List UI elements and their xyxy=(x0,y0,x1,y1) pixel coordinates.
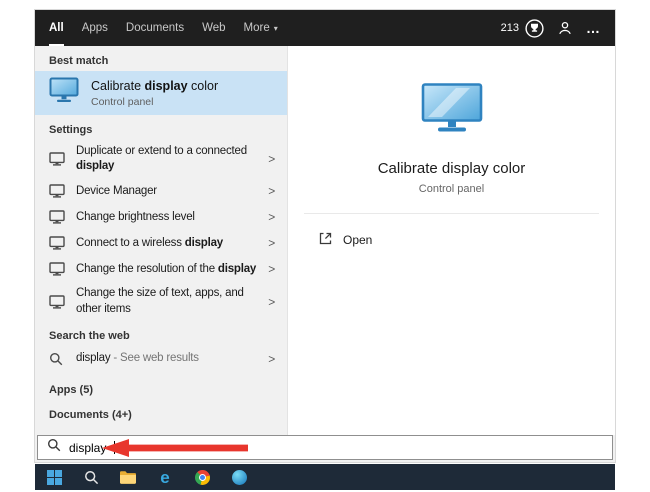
settings-result-item[interactable]: Change brightness level > xyxy=(35,204,287,230)
windows-search-panel: All Apps Documents Web More ▾ 213 … Best… xyxy=(35,10,615,462)
settings-item-label: Connect to a wireless display xyxy=(76,236,223,249)
documents-section-header[interactable]: Documents (4+) xyxy=(35,400,287,425)
monitor-icon xyxy=(49,152,65,166)
settings-results: Duplicate or extend to a connected displa… xyxy=(35,140,287,321)
settings-result-item[interactable]: Change the resolution of the display > xyxy=(35,256,287,282)
search-icon xyxy=(49,352,65,366)
preview-title: Calibrate display color xyxy=(377,160,526,177)
tab-apps[interactable]: Apps xyxy=(82,10,108,46)
taskbar: e xyxy=(35,464,615,490)
edge-new-icon[interactable] xyxy=(227,465,251,489)
tab-web[interactable]: Web xyxy=(202,10,225,46)
chevron-right-icon: > xyxy=(268,262,275,277)
edge-icon[interactable]: e xyxy=(153,465,177,489)
settings-result-item[interactable]: Duplicate or extend to a connected displa… xyxy=(35,140,287,178)
settings-item-label: Change the resolution of the display xyxy=(76,262,257,275)
tab-documents[interactable]: Documents xyxy=(126,10,184,46)
best-match-text: Calibrate display color Control panel xyxy=(91,79,218,108)
taskbar-search-icon[interactable] xyxy=(79,465,103,489)
preview-subtitle: Control panel xyxy=(418,183,485,195)
display-color-icon-large xyxy=(420,82,484,140)
apps-section-header[interactable]: Apps (5) xyxy=(35,372,287,400)
rewards-badge[interactable]: 213 xyxy=(500,18,544,38)
open-icon xyxy=(318,231,333,249)
annotation-arrow xyxy=(102,439,248,457)
file-explorer-icon[interactable] xyxy=(116,465,140,489)
settings-section-header: Settings xyxy=(49,124,93,136)
dropdown-caret-icon: ▾ xyxy=(273,23,278,33)
settings-item-label: Device Manager xyxy=(76,184,157,197)
chevron-right-icon: > xyxy=(268,210,275,225)
tab-more[interactable]: More ▾ xyxy=(244,10,278,46)
search-icon xyxy=(47,438,61,457)
settings-item-label: Change the size of text, apps, and other … xyxy=(76,287,244,315)
results-panel: Best match Calibrate display color Contr… xyxy=(35,46,287,435)
preview-panel: Calibrate display color Control panel Op… xyxy=(287,46,615,435)
search-web-section-header: Search the web xyxy=(49,329,130,342)
search-content: Best match Calibrate display color Contr… xyxy=(35,46,615,435)
best-match-title: Calibrate display color xyxy=(91,78,219,93)
web-search-text: display - See web results xyxy=(76,352,199,365)
tab-all[interactable]: All xyxy=(49,10,64,46)
rewards-count: 213 xyxy=(500,22,519,34)
search-filter-bar: All Apps Documents Web More ▾ 213 … xyxy=(35,10,615,46)
settings-item-label: Duplicate or extend to a connected displa… xyxy=(76,145,247,173)
settings-item-label: Change brightness level xyxy=(76,210,195,223)
best-match-result[interactable]: Calibrate display color Control panel xyxy=(35,71,287,115)
user-icon[interactable] xyxy=(557,20,573,36)
topbar-actions: 213 … xyxy=(500,18,601,38)
web-search-result[interactable]: display - See web results > xyxy=(35,346,287,372)
best-match-subtitle: Control panel xyxy=(91,95,154,108)
chevron-right-icon: > xyxy=(268,184,275,199)
monitor-icon xyxy=(49,294,65,309)
monitor-icon xyxy=(49,210,65,224)
chevron-right-icon: > xyxy=(268,351,275,366)
more-options-icon[interactable]: … xyxy=(586,20,601,36)
chevron-right-icon: > xyxy=(268,294,275,309)
open-label: Open xyxy=(343,233,373,247)
monitor-icon xyxy=(49,184,65,198)
best-match-header: Best match xyxy=(49,55,109,67)
settings-result-item[interactable]: Change the size of text, apps, and other … xyxy=(35,282,287,320)
trophy-icon xyxy=(525,18,544,38)
chevron-right-icon: > xyxy=(268,152,275,167)
open-action[interactable]: Open xyxy=(318,231,372,249)
chrome-icon[interactable] xyxy=(190,465,214,489)
settings-result-item[interactable]: Connect to a wireless display > xyxy=(35,230,287,256)
settings-result-item[interactable]: Device Manager > xyxy=(35,178,287,204)
display-color-icon xyxy=(49,77,79,109)
monitor-icon xyxy=(49,236,65,250)
monitor-icon xyxy=(49,262,65,276)
preview-divider xyxy=(304,213,599,214)
chevron-right-icon: > xyxy=(268,236,275,251)
start-button[interactable] xyxy=(42,465,66,489)
